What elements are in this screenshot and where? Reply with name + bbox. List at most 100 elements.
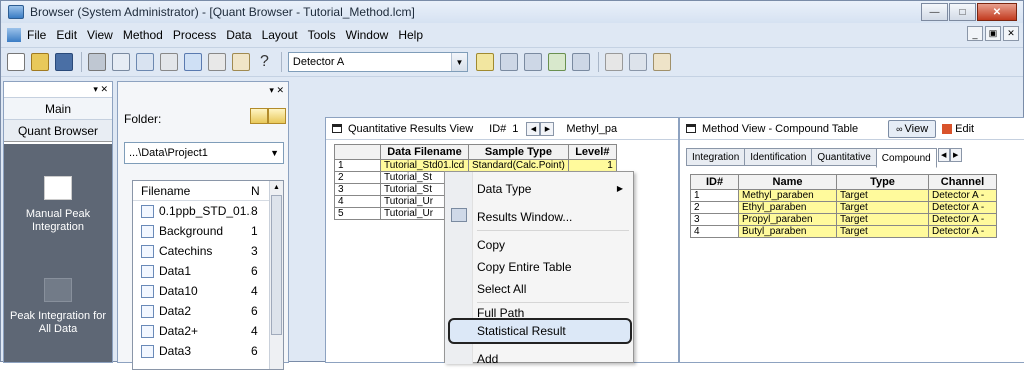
menu-method[interactable]: Method [123, 28, 163, 42]
menu-item-results-window[interactable]: Results Window... [477, 210, 572, 224]
file-icon [141, 204, 154, 218]
menu-item-select-all[interactable]: Select All [477, 282, 526, 296]
undo-icon[interactable] [604, 53, 623, 71]
menu-window[interactable]: Window [346, 28, 389, 42]
mdi-close-button[interactable]: ✕ [1003, 26, 1019, 41]
chart-icon[interactable] [232, 53, 250, 71]
flask-icon[interactable] [499, 53, 518, 71]
table-row[interactable]: 3 Propyl_paraben Target Detector A - [690, 213, 997, 226]
column-level[interactable]: Level# [567, 144, 617, 160]
table-row[interactable]: 4 Butyl_paraben Target Detector A - [690, 225, 997, 238]
menu-view[interactable]: View [87, 28, 113, 42]
report-icon[interactable] [652, 53, 671, 71]
list-item[interactable]: Data3 6 [133, 341, 283, 361]
print-preview-icon[interactable] [112, 53, 130, 71]
assistant-peak-integration-all[interactable]: Peak Integration for All Data [4, 278, 112, 336]
list-item[interactable]: Catechins 3 [133, 241, 283, 261]
layout-icon[interactable] [184, 53, 202, 71]
column-n[interactable]: N [251, 184, 260, 198]
menu-process[interactable]: Process [173, 28, 216, 42]
mdi-minimize-button[interactable]: _ [967, 26, 983, 41]
window-icon[interactable] [628, 53, 647, 71]
flask-icon[interactable] [571, 53, 590, 71]
list-item[interactable]: Data10 4 [133, 281, 283, 301]
menu-layout[interactable]: Layout [262, 28, 298, 42]
chevron-down-icon[interactable]: ▼ [270, 148, 279, 158]
assistant-manual-peak-integration[interactable]: Manual Peak Integration [4, 176, 112, 234]
menu-item-data-type[interactable]: Data Type [477, 182, 531, 196]
window-title: Browser (System Administrator) - [Quant … [30, 5, 415, 19]
id-spinner[interactable]: ◀ ▶ [526, 121, 555, 136]
view-button[interactable]: ∞ View [888, 119, 937, 138]
list-item[interactable]: Background 1 [133, 221, 283, 241]
flask-check-icon[interactable] [547, 53, 566, 71]
menu-data[interactable]: Data [226, 28, 251, 42]
file-list-scrollbar[interactable]: ▲ [269, 181, 283, 369]
table-row[interactable]: 1 Methyl_paraben Target Detector A - [690, 189, 997, 202]
column-sample-type[interactable]: Sample Type [468, 144, 569, 160]
close-button[interactable]: ✕ [977, 3, 1017, 21]
table-row[interactable]: 1 Tutorial_Std01.lcd Standard(Calc.Point… [334, 159, 617, 172]
assistant-label: Peak Integration for All Data [9, 310, 106, 335]
column-data-filename[interactable]: Data Filename [380, 144, 469, 160]
table-row[interactable]: 2 Ethyl_paraben Target Detector A - [690, 201, 997, 214]
list-item[interactable]: Data1 6 [133, 261, 283, 281]
results-caption-bar: Quantitative Results View ID# 1 ◀ ▶ Methy… [326, 118, 678, 140]
prev-icon[interactable]: ◀ [526, 121, 541, 136]
folder-up-icon[interactable] [268, 108, 286, 124]
menu-item-copy-entire-table[interactable]: Copy Entire Table [477, 260, 572, 274]
menu-item-statistical-result[interactable]: Statistical Result [477, 324, 566, 338]
sidebar-item-quant-browser[interactable]: Quant Browser [4, 120, 112, 142]
mdi-restore-button[interactable]: ▣ [985, 26, 1001, 41]
menu-tools[interactable]: Tools [308, 28, 336, 42]
menu-help[interactable]: Help [398, 28, 423, 42]
tab-integration[interactable]: Integration [686, 148, 746, 166]
save-icon[interactable] [55, 53, 73, 71]
tab-left-icon[interactable]: ◀ [937, 148, 950, 162]
column-channel[interactable]: Channel [928, 174, 997, 190]
peak-table-icon[interactable] [475, 53, 494, 71]
new-icon[interactable] [7, 53, 25, 71]
cell-filename: Tutorial_Std01.lcd [380, 159, 469, 172]
menu-item-copy[interactable]: Copy [477, 238, 505, 252]
view-button-label: View [904, 122, 929, 135]
list-item[interactable]: Data2+ 4 [133, 321, 283, 341]
cell-channel: Detector A - [928, 201, 997, 214]
menu-item-add[interactable]: Add [477, 352, 498, 366]
edit-button[interactable]: Edit [942, 123, 974, 135]
tab-quantitative[interactable]: Quantitative [811, 148, 877, 166]
table-icon[interactable] [208, 53, 226, 71]
detector-select[interactable]: Detector A ▼ [287, 52, 468, 72]
chevron-down-icon[interactable]: ▼ [450, 53, 467, 71]
list-item[interactable]: 0.1ppb_STD_01... 8 [133, 201, 283, 221]
menu-edit[interactable]: Edit [56, 28, 77, 42]
column-filename[interactable]: Filename [133, 184, 251, 198]
column-type[interactable]: Type [836, 174, 929, 190]
folder-path-select[interactable]: ...\Data\Project1 ▼ [124, 142, 284, 164]
next-icon[interactable]: ▶ [540, 121, 555, 136]
help-icon[interactable]: ? [260, 53, 269, 71]
scroll-thumb[interactable] [271, 195, 282, 335]
close-icon[interactable]: ✕ [100, 84, 108, 95]
column-name[interactable]: Name [738, 174, 837, 190]
open-icon[interactable] [31, 53, 49, 71]
maximize-button[interactable]: □ [949, 3, 976, 21]
flask-icon[interactable] [523, 53, 542, 71]
tab-scroll[interactable]: ◀ ▶ [937, 148, 962, 168]
browser-icon[interactable] [136, 53, 154, 71]
tab-right-icon[interactable]: ▶ [949, 148, 962, 162]
binoculars-icon[interactable] [160, 53, 178, 71]
minimize-button[interactable]: — [921, 3, 948, 21]
list-item[interactable]: Data2 6 [133, 301, 283, 321]
scroll-up-icon[interactable]: ▲ [270, 181, 283, 195]
close-icon[interactable]: ✕ [276, 85, 284, 96]
tab-identification[interactable]: Identification [744, 148, 813, 166]
print-icon[interactable] [88, 53, 106, 71]
dropdown-icon[interactable]: ▾ [269, 85, 274, 96]
folder-icon[interactable] [250, 108, 268, 124]
tab-compound[interactable]: Compound [875, 148, 937, 168]
file-n: 1 [251, 224, 258, 238]
menu-file[interactable]: File [27, 28, 46, 42]
dropdown-icon[interactable]: ▾ [93, 84, 98, 95]
column-id[interactable]: ID# [690, 174, 739, 190]
